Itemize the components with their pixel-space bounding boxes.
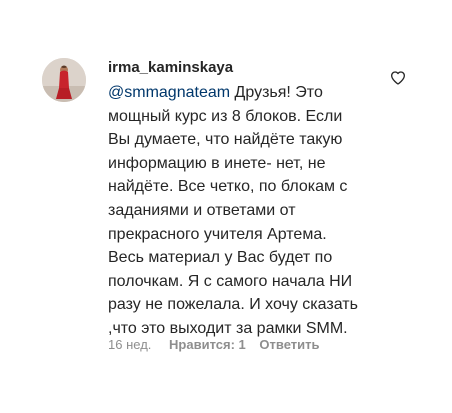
- avatar[interactable]: [42, 58, 86, 102]
- comment-mention[interactable]: @smmagnateam: [108, 84, 230, 101]
- comment: irma_kaminskaya @smmagnateam Друзья! Это…: [0, 0, 452, 413]
- reply-button[interactable]: Ответить: [259, 337, 319, 353]
- comment-meta: 16 нед. Нравится: 1 Ответить: [108, 337, 319, 353]
- comment-text: @smmagnateam Друзья! Это мощный курс из …: [108, 81, 390, 341]
- heart-outline-icon[interactable]: [390, 70, 406, 86]
- likes-count-button[interactable]: Нравится: 1: [169, 337, 246, 353]
- comment-time[interactable]: 16 нед.: [108, 337, 151, 353]
- comment-body: irma_kaminskaya @smmagnateam Друзья! Это…: [108, 58, 390, 341]
- avatar-photo: [42, 58, 86, 102]
- comment-username[interactable]: irma_kaminskaya: [108, 58, 390, 78]
- comment-text-body: Друзья! Это мощный курс из 8 блоков. Есл…: [108, 84, 358, 337]
